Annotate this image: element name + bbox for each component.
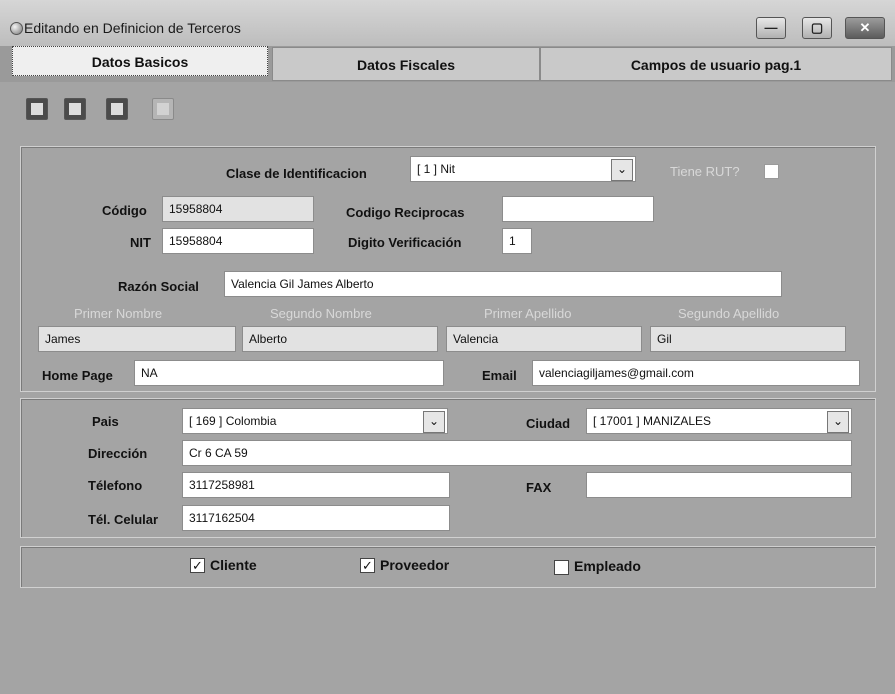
chevron-down-icon[interactable]: ⌄ (611, 159, 633, 181)
codigo-reciprocas-label: Codigo Reciprocas (346, 205, 465, 220)
telefono-label: Télefono (88, 478, 143, 493)
chevron-down-icon[interactable]: ⌄ (827, 411, 849, 433)
app-icon (10, 22, 23, 35)
razon-social-field[interactable]: Valencia Gil James Alberto (224, 271, 782, 297)
primer-apellido-label: Primer Apellido (484, 306, 572, 321)
window-title: Editando en Definicion de Terceros (24, 20, 241, 36)
ciudad-label: Ciudad (526, 416, 571, 431)
identification-panel (20, 146, 876, 392)
maximize-icon: ▢ (810, 20, 824, 35)
fax-field[interactable] (586, 472, 852, 498)
empleado-checkbox[interactable] (554, 560, 569, 575)
segundo-nombre-label: Segundo Nombre (270, 306, 372, 321)
pais-value: [ 169 ] Colombia (189, 414, 277, 428)
razon-social-label: Razón Social (118, 279, 199, 294)
celular-field[interactable]: 3117162504 (182, 505, 450, 531)
email-field[interactable]: valenciagiljames@gmail.com (532, 360, 860, 386)
nit-field[interactable]: 15958804 (162, 228, 314, 254)
tab-campos-usuario[interactable]: Campos de usuario pag.1 (540, 47, 892, 81)
tiene-rut-label: Tiene RUT? (670, 164, 740, 179)
segundo-apellido-field[interactable]: Gil (650, 326, 846, 352)
nit-label: NIT (130, 235, 151, 250)
proveedor-checkbox[interactable]: ✓ (360, 558, 375, 573)
primer-apellido-field[interactable]: Valencia (446, 326, 642, 352)
print-icon (69, 103, 81, 115)
close-icon: ✕ (859, 20, 871, 35)
email-label: Email (482, 368, 517, 383)
fax-label: FAX (526, 480, 552, 495)
exit-button[interactable] (106, 98, 128, 120)
exit-icon (111, 103, 123, 115)
codigo-reciprocas-field[interactable] (502, 196, 654, 222)
codigo-field[interactable]: 15958804 (162, 196, 314, 222)
clase-identificacion-value: [ 1 ] Nit (417, 162, 456, 176)
telefono-field[interactable]: 3117258981 (182, 472, 450, 498)
tiene-rut-checkbox[interactable] (764, 164, 779, 179)
digito-verificacion-field[interactable]: 1 (502, 228, 532, 254)
minimize-button[interactable]: — (756, 17, 786, 39)
ciudad-select[interactable]: [ 17001 ] MANIZALES ⌄ (586, 408, 852, 434)
copy-button[interactable] (152, 98, 174, 120)
print-button[interactable] (64, 98, 86, 120)
primer-nombre-label: Primer Nombre (74, 306, 163, 321)
tab-datos-fiscales[interactable]: Datos Fiscales (272, 47, 540, 81)
clase-identificacion-select[interactable]: [ 1 ] Nit ⌄ (410, 156, 636, 182)
home-page-label: Home Page (42, 368, 113, 383)
celular-label: Tél. Celular (88, 512, 159, 527)
cliente-label: Cliente (210, 557, 257, 573)
primer-nombre-field[interactable]: James (38, 326, 236, 352)
codigo-label: Código (102, 203, 147, 218)
minimize-icon: — (764, 20, 778, 35)
save-button[interactable] (26, 98, 48, 120)
segundo-nombre-field[interactable]: Alberto (242, 326, 438, 352)
direccion-label: Dirección (88, 446, 148, 461)
close-button[interactable]: ✕ (845, 17, 885, 39)
pais-label: Pais (92, 414, 119, 429)
segundo-apellido-label: Segundo Apellido (678, 306, 780, 321)
direccion-field[interactable]: Cr 6 CA 59 (182, 440, 852, 466)
pais-select[interactable]: [ 169 ] Colombia ⌄ (182, 408, 448, 434)
cliente-checkbox[interactable]: ✓ (190, 558, 205, 573)
home-page-field[interactable]: NA (134, 360, 444, 386)
proveedor-label: Proveedor (380, 557, 450, 573)
ciudad-value: [ 17001 ] MANIZALES (593, 414, 712, 428)
clase-identificacion-label: Clase de Identificacion (226, 166, 367, 181)
digito-verificacion-label: Digito Verificación (348, 235, 462, 250)
chevron-down-icon[interactable]: ⌄ (423, 411, 445, 433)
maximize-button[interactable]: ▢ (802, 17, 832, 39)
empleado-label: Empleado (574, 558, 641, 574)
tab-datos-basicos[interactable]: Datos Basicos (12, 46, 268, 76)
copy-icon (157, 103, 169, 115)
save-icon (31, 103, 43, 115)
